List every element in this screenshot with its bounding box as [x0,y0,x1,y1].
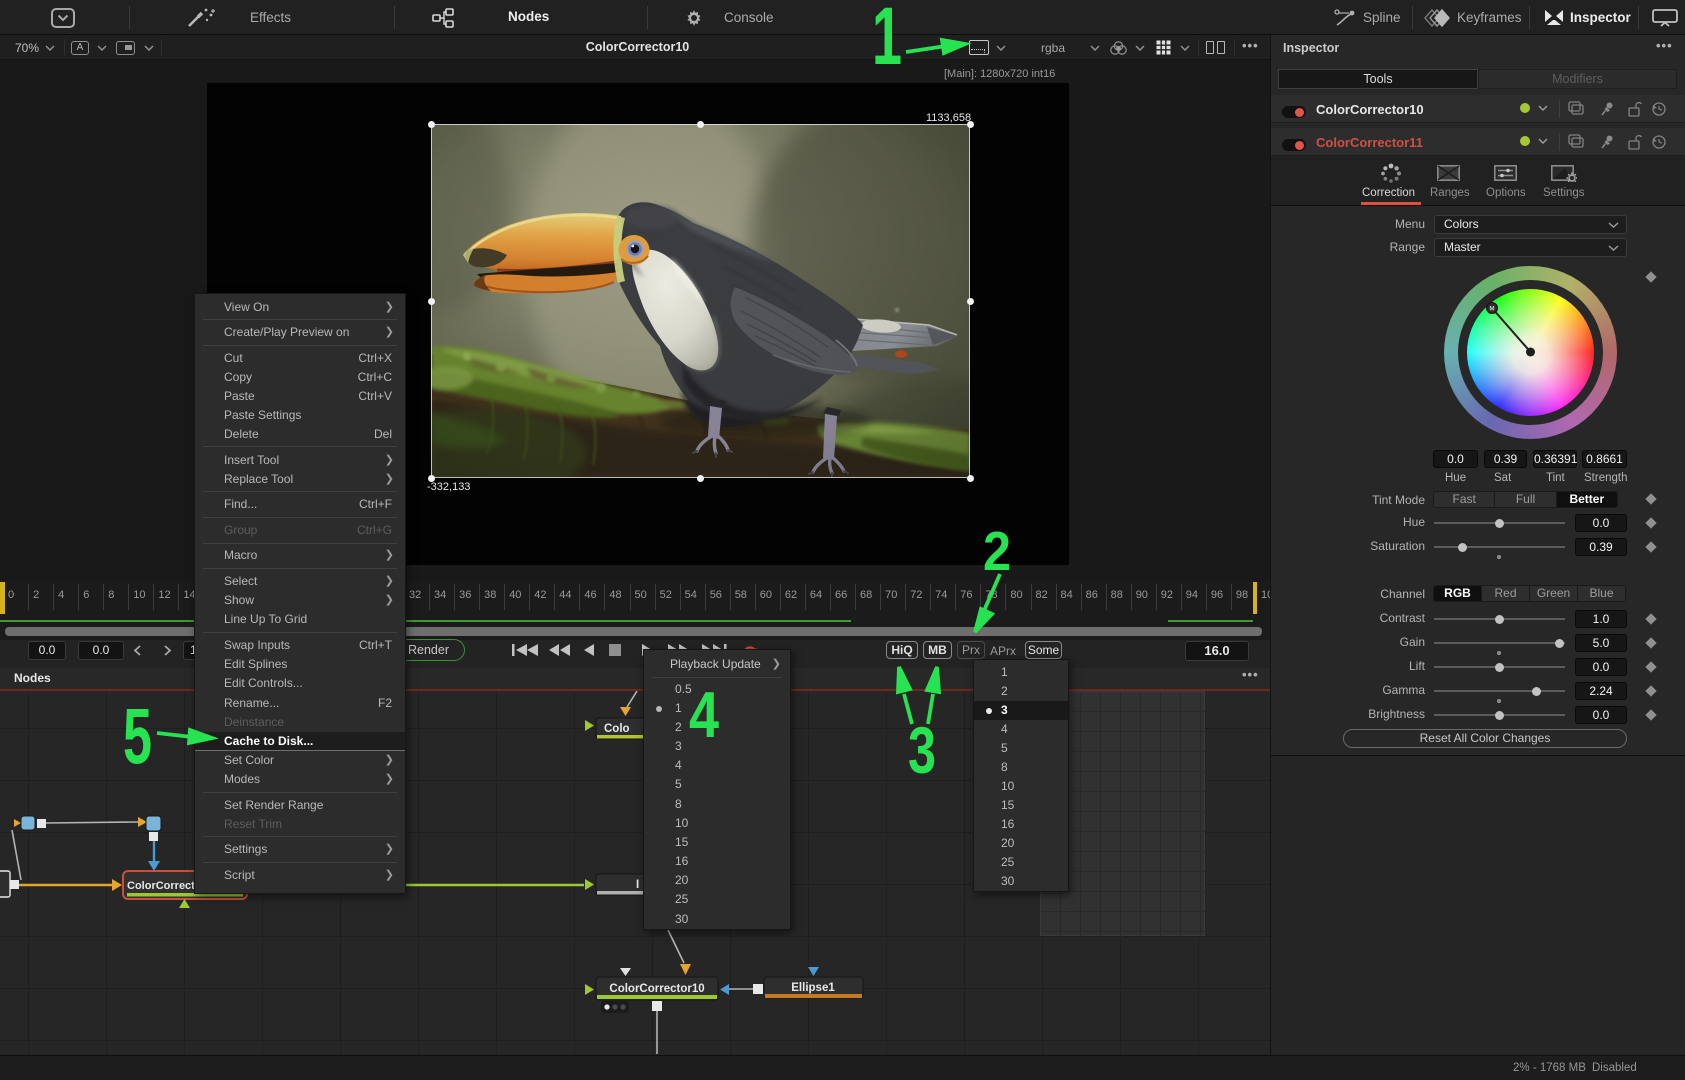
svg-text:M: M [1490,307,1495,313]
svg-text:Colo: Colo [604,723,630,735]
svg-text:ColorCorrector10: ColorCorrector10 [609,983,704,995]
svg-text:I: I [636,879,639,891]
svg-text:Ellipse1: Ellipse1 [791,982,835,994]
